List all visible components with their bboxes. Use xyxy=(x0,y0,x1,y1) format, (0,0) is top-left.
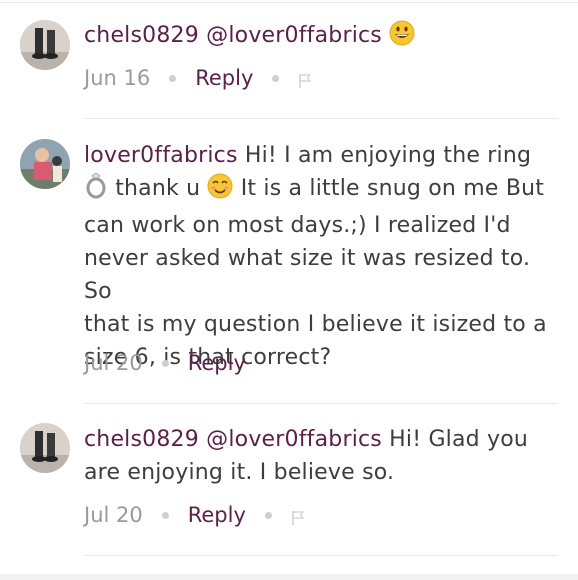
mention-link[interactable]: @lover0ffabrics xyxy=(206,23,382,48)
comment-meta: Jun 16 Reply xyxy=(84,63,312,93)
comment-meta: Jul 20 Reply xyxy=(84,500,305,530)
separator-dot xyxy=(161,511,169,519)
comment-divider xyxy=(84,118,558,119)
grinning-face-icon xyxy=(389,20,415,56)
comment-date: Jul 20 xyxy=(84,503,143,527)
mention-link[interactable]: @lover0ffabrics xyxy=(206,427,382,452)
reply-button[interactable]: Reply xyxy=(195,66,253,90)
separator-dot xyxy=(264,511,272,519)
flag-icon[interactable] xyxy=(291,507,305,525)
comment-text-line: It is a little snug on me But xyxy=(240,176,545,201)
avatar[interactable] xyxy=(20,20,70,70)
comment-date: Jun 16 xyxy=(84,66,151,90)
separator-dot xyxy=(161,359,169,367)
comment-text-line: are enjoying it. I believe so. xyxy=(84,460,395,485)
avatar[interactable] xyxy=(20,139,70,189)
avatar[interactable] xyxy=(20,423,70,473)
bottom-strip xyxy=(0,574,578,580)
comment-divider xyxy=(84,403,558,404)
comment-text-line: that is my question I believe it isized … xyxy=(84,312,547,337)
comment-text: chels0829 @lover0ffabrics xyxy=(84,19,554,56)
comment-text-line: Hi! I am enjoying the ring xyxy=(244,143,532,168)
username-link[interactable]: lover0ffabrics xyxy=(84,143,238,168)
reply-button[interactable]: Reply xyxy=(188,503,246,527)
comment-text: lover0ffabrics Hi! I am enjoying the rin… xyxy=(84,139,554,374)
comment-date: Jul 20 xyxy=(84,351,143,375)
comment-divider xyxy=(84,555,558,556)
top-divider xyxy=(0,2,578,3)
comment-text-line: can work on most days.;) I realized I'd xyxy=(84,213,511,238)
comment-text-line: Hi! Glad you xyxy=(389,427,529,452)
username-link[interactable]: chels0829 xyxy=(84,427,199,452)
comment-text-line: never asked what size it was resized to.… xyxy=(84,246,531,304)
username-link[interactable]: chels0829 xyxy=(84,23,199,48)
comment-meta: Jul 20 Reply xyxy=(84,348,246,378)
separator-dot xyxy=(169,74,177,82)
ring-icon xyxy=(84,172,108,209)
comment-text-line: thank u xyxy=(115,176,201,201)
smiling-blush-face-icon xyxy=(207,173,233,209)
separator-dot xyxy=(272,74,280,82)
comment-text: chels0829 @lover0ffabrics Hi! Glad you a… xyxy=(84,423,554,489)
flag-icon[interactable] xyxy=(298,70,312,88)
reply-button[interactable]: Reply xyxy=(188,351,246,375)
